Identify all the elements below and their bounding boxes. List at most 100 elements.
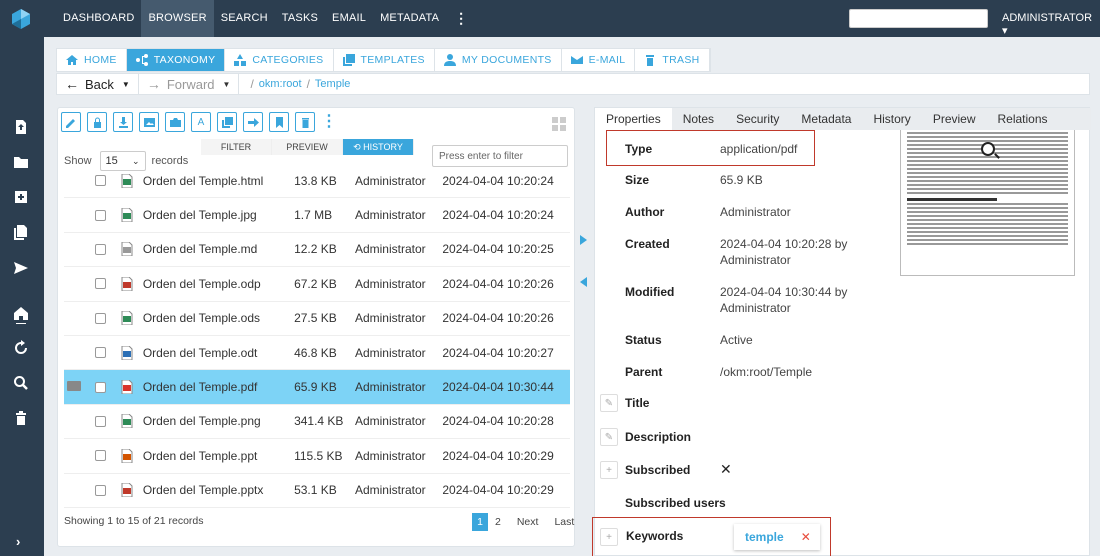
file-name[interactable]: Orden del Temple.pptx: [143, 483, 294, 497]
tab-templates[interactable]: TEMPLATES: [334, 49, 435, 71]
row-checkbox[interactable]: [95, 278, 106, 290]
nav-search[interactable]: SEARCH: [214, 0, 275, 37]
back-button[interactable]: ← Back ▼: [57, 76, 138, 92]
grid-view-icon[interactable]: [552, 117, 566, 131]
file-name[interactable]: Orden del Temple.md: [143, 242, 294, 256]
tab-history[interactable]: History: [862, 108, 921, 130]
move-button[interactable]: [243, 112, 263, 132]
remove-keyword-icon[interactable]: ✕: [801, 530, 811, 544]
file-name[interactable]: Orden del Temple.pdf: [143, 380, 294, 394]
subtab-filter[interactable]: FILTER: [201, 139, 272, 155]
file-name[interactable]: Orden del Temple.jpg: [143, 208, 294, 222]
last-page-button[interactable]: Last: [550, 513, 578, 531]
forward-button[interactable]: → Forward ▼: [139, 76, 239, 92]
add-keyword-button[interactable]: +: [600, 528, 618, 546]
toolbar-more-icon[interactable]: ⋮: [321, 112, 337, 132]
table-row[interactable]: Orden del Temple.odp 67.2 KB Administrator…: [64, 267, 570, 302]
row-checkbox[interactable]: [95, 347, 106, 359]
expand-left-arrow-icon[interactable]: [580, 277, 587, 287]
add-subscription-button[interactable]: +: [600, 461, 618, 479]
page-2-button[interactable]: 2: [491, 513, 505, 531]
table-row[interactable]: Orden del Temple.png 341.4 KB Administrato…: [64, 405, 570, 440]
download-button[interactable]: [113, 112, 133, 132]
tab-email[interactable]: E-MAIL: [562, 49, 636, 71]
edit-description-button[interactable]: ✎: [600, 428, 618, 446]
table-row[interactable]: Orden del Temple.jpg 1.7 MB Administrator 2…: [64, 198, 570, 233]
row-checkbox[interactable]: [95, 312, 106, 324]
table-row[interactable]: Orden del Temple.pptx 53.1 KB Administrato…: [64, 474, 570, 508]
keyword-tag: temple ✕: [734, 524, 820, 550]
table-row[interactable]: Orden del Temple.odt 46.8 KB Administrator…: [64, 336, 570, 371]
top-search-input[interactable]: [849, 9, 988, 28]
file-name[interactable]: Orden del Temple.ods: [143, 311, 294, 325]
row-checkbox[interactable]: [95, 243, 106, 255]
delete-button[interactable]: [295, 112, 315, 132]
nav-browser[interactable]: BROWSER: [141, 0, 214, 37]
row-checkbox[interactable]: [95, 415, 106, 427]
image-button[interactable]: [139, 112, 159, 132]
parent-value[interactable]: /okm:root/Temple: [720, 364, 812, 380]
lock-button[interactable]: [87, 112, 107, 132]
tab-categories[interactable]: CATEGORIES: [225, 49, 334, 71]
table-row[interactable]: Orden del Temple.pdf 65.9 KB Administrator…: [64, 370, 570, 405]
tab-my-documents[interactable]: MY DOCUMENTS: [435, 49, 562, 71]
expand-right-arrow-icon[interactable]: [580, 235, 587, 245]
home-folder-icon[interactable]: [10, 302, 32, 324]
send-icon[interactable]: [10, 257, 32, 279]
tab-notes[interactable]: Notes: [672, 108, 725, 130]
logo-icon[interactable]: [10, 8, 32, 30]
next-page-button[interactable]: Next: [513, 513, 543, 531]
bookmark-button[interactable]: [269, 112, 289, 132]
delete-icon[interactable]: [10, 407, 32, 429]
zoom-icon[interactable]: [981, 142, 995, 156]
properties-tabs: Properties Notes Security Metadata Histo…: [595, 108, 1091, 130]
row-checkbox[interactable]: [95, 381, 106, 393]
row-checkbox[interactable]: [95, 175, 106, 187]
nav-metadata[interactable]: METADATA: [373, 0, 446, 37]
user-menu[interactable]: ADMINISTRATOR ▾: [1002, 12, 1100, 37]
expand-sidebar-icon[interactable]: ›: [16, 534, 20, 549]
row-checkbox[interactable]: [95, 484, 106, 496]
tab-preview[interactable]: Preview: [922, 108, 987, 130]
tab-home[interactable]: HOME: [57, 49, 127, 71]
edit-title-button[interactable]: ✎: [600, 394, 618, 412]
file-name[interactable]: Orden del Temple.odt: [143, 346, 294, 360]
copy-icon: [221, 116, 233, 128]
breadcrumb-root[interactable]: okm:root: [259, 78, 302, 90]
tab-metadata[interactable]: Metadata: [790, 108, 862, 130]
table-row[interactable]: Orden del Temple.md 12.2 KB Administrator 2…: [64, 233, 570, 268]
document-preview-thumbnail[interactable]: [900, 130, 1075, 276]
file-name[interactable]: Orden del Temple.odp: [143, 277, 294, 291]
edit-button[interactable]: [61, 112, 81, 132]
nav-email[interactable]: EMAIL: [325, 0, 373, 37]
page-1-button[interactable]: 1: [472, 513, 488, 531]
table-row[interactable]: Orden del Temple.ppt 115.5 KB Administrato…: [64, 439, 570, 474]
camera-button[interactable]: [165, 112, 185, 132]
row-checkbox[interactable]: [95, 450, 106, 462]
copy-button[interactable]: [217, 112, 237, 132]
subtab-preview[interactable]: PREVIEW: [272, 139, 343, 155]
row-checkbox[interactable]: [95, 209, 106, 221]
search-icon[interactable]: [10, 372, 32, 394]
file-name[interactable]: Orden del Temple.png: [143, 414, 294, 428]
new-document-icon[interactable]: [10, 186, 32, 208]
tab-security[interactable]: Security: [725, 108, 790, 130]
refresh-icon[interactable]: [10, 337, 32, 359]
text-button[interactable]: A: [191, 112, 211, 132]
upload-icon[interactable]: [10, 116, 32, 138]
tab-trash[interactable]: TRASH: [635, 49, 710, 71]
tab-properties[interactable]: Properties: [595, 108, 672, 130]
breadcrumb-temple[interactable]: Temple: [315, 78, 350, 90]
tab-relations[interactable]: Relations: [987, 108, 1059, 130]
table-row[interactable]: Orden del Temple.ods 27.5 KB Administrator…: [64, 302, 570, 336]
file-name[interactable]: Orden del Temple.ppt: [143, 449, 294, 463]
copy-icon[interactable]: [10, 221, 32, 243]
new-folder-icon[interactable]: [10, 151, 32, 173]
subtab-history[interactable]: ⟲ HISTORY: [343, 139, 414, 155]
tab-taxonomy[interactable]: TAXONOMY: [126, 49, 226, 71]
file-name[interactable]: Orden del Temple.html: [143, 174, 294, 188]
nav-dashboard[interactable]: DASHBOARD: [56, 0, 141, 37]
nav-more-icon[interactable]: ⋮: [446, 10, 476, 27]
table-row[interactable]: Orden del Temple.html 13.8 KB Administrato…: [64, 164, 570, 199]
nav-tasks[interactable]: TASKS: [275, 0, 325, 37]
